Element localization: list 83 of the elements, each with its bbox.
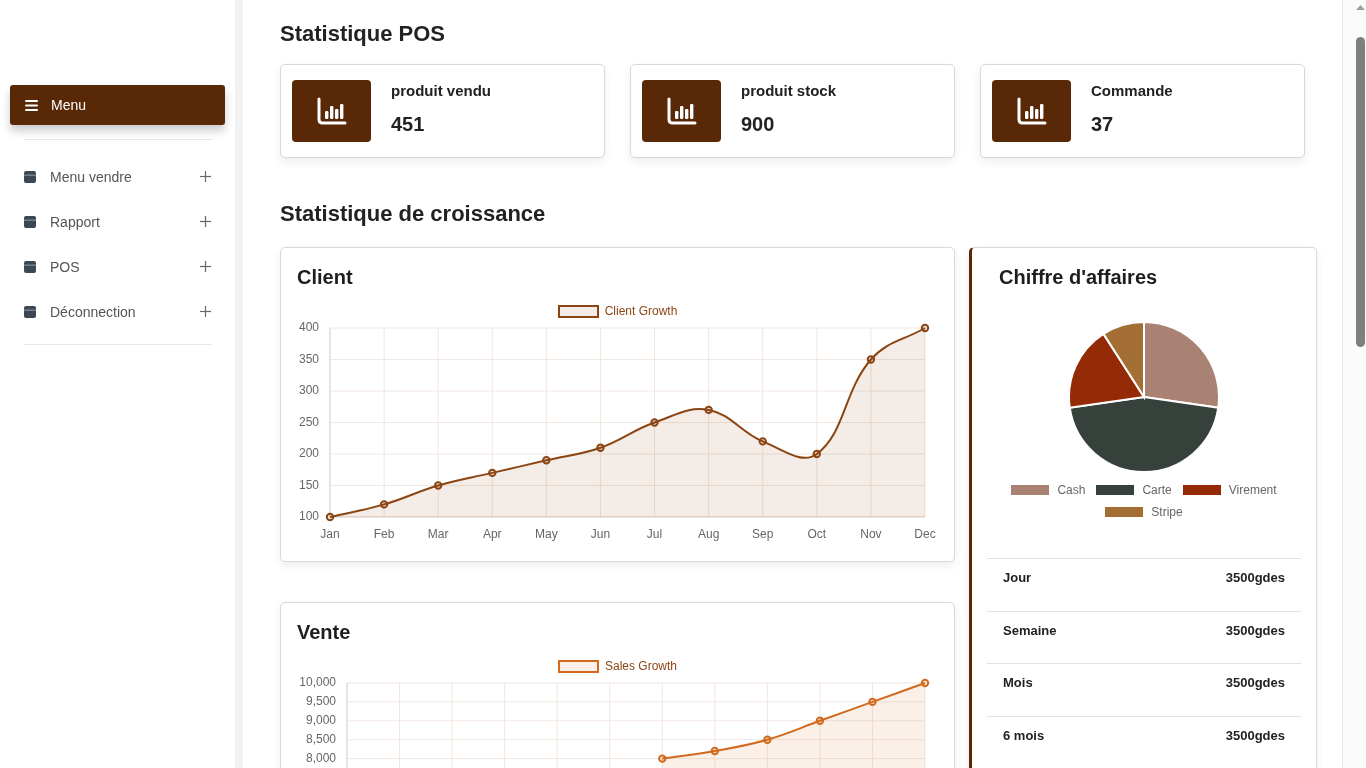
axis-label: Oct	[807, 527, 827, 542]
sidebar-item[interactable]: Déconnection	[0, 289, 235, 334]
data-point	[379, 500, 389, 509]
axis-label: 350	[298, 351, 319, 366]
stat-value: 451	[391, 112, 425, 136]
menu-icon	[25, 99, 38, 111]
axis-label: 8,000	[305, 750, 336, 765]
data-point	[325, 512, 335, 522]
axis-label: Jul	[646, 527, 663, 542]
legend-label: Client Growth	[604, 303, 678, 319]
data-point	[488, 468, 497, 478]
data-point	[434, 481, 443, 490]
axis-label: 8,500	[305, 731, 336, 746]
axis-label: 9,500	[305, 694, 336, 709]
axis-label: 400	[298, 320, 319, 335]
bar-chart-icon	[642, 80, 721, 142]
box-icon	[24, 170, 36, 183]
period-label: Jour	[1003, 569, 1032, 586]
data-point	[920, 678, 930, 688]
data-point	[815, 716, 825, 725]
bar-chart-icon	[292, 80, 371, 142]
box-icon	[24, 260, 36, 273]
data-point	[710, 746, 719, 756]
legend-label: Sales Growth	[605, 658, 677, 674]
section-title: Statistique de croissance	[280, 200, 546, 228]
axis-label: 200	[298, 446, 319, 461]
axis-label: 250	[298, 414, 319, 429]
stat-label: produit vendu	[391, 81, 491, 101]
axis-label: Jan	[320, 527, 340, 542]
amount-value: 3500gdes	[1225, 726, 1285, 744]
card-title: Chiffre d'affaires	[999, 265, 1158, 290]
scroll-up-arrow-icon[interactable]	[1356, 5, 1365, 10]
axis-label: Jun	[590, 527, 611, 542]
menu-button[interactable]: Menu	[10, 85, 225, 125]
axis-label: Sep	[752, 527, 774, 542]
axis-label: Apr	[482, 527, 502, 542]
data-point	[763, 735, 772, 744]
legend-label: Virement	[1228, 483, 1277, 497]
scrollbar-thumb[interactable]	[1356, 37, 1365, 347]
period-label: Semaine	[1003, 621, 1057, 639]
data-point	[704, 405, 713, 415]
axis-label: 9,000	[305, 712, 336, 727]
stat-label: Commande	[1091, 81, 1173, 101]
axis-label: Feb	[373, 527, 395, 542]
box-icon	[24, 215, 36, 228]
scrollbar[interactable]	[1342, 0, 1366, 768]
axis-label: Aug	[697, 527, 720, 542]
period-label: 6 mois	[1003, 726, 1045, 744]
legend-label: Cash	[1057, 483, 1086, 497]
box-icon	[24, 305, 36, 318]
amount-value: 3500gdes	[1225, 621, 1285, 639]
data-point	[758, 437, 767, 446]
amount-value: 3500gdes	[1225, 674, 1285, 691]
axis-label: 300	[298, 383, 319, 398]
sidebar-item[interactable]: Rapport	[0, 199, 235, 244]
legend-label: Stripe	[1151, 505, 1183, 519]
bar-chart-icon	[992, 80, 1071, 142]
axis-label: 100	[298, 509, 319, 524]
card-title: Vente	[297, 620, 351, 645]
stat-value: 37	[1091, 112, 1114, 136]
axis-label: Nov	[860, 527, 882, 542]
stat-label: produit stock	[741, 81, 836, 101]
data-point	[866, 355, 876, 364]
data-point	[868, 697, 877, 707]
data-point	[658, 754, 667, 763]
stat-value: 900	[741, 112, 775, 136]
legend-label: Carte	[1142, 483, 1172, 497]
data-point	[542, 456, 551, 465]
sidebar-item[interactable]: POS	[0, 244, 235, 289]
card-title: Client	[297, 265, 353, 290]
sidebar-item[interactable]: Menu vendre	[0, 154, 235, 199]
axis-label: May	[535, 527, 558, 542]
axis-label: 150	[298, 477, 319, 492]
data-point	[650, 418, 659, 427]
data-point	[812, 449, 821, 459]
data-point	[596, 443, 605, 452]
amount-value: 3500gdes	[1225, 569, 1285, 586]
data-point	[920, 323, 930, 333]
period-label: Mois	[1003, 674, 1033, 691]
section-title: Statistique POS	[280, 20, 446, 48]
axis-label: Dec	[914, 527, 936, 542]
axis-label: 10,000	[299, 675, 336, 690]
axis-label: Mar	[427, 527, 449, 542]
